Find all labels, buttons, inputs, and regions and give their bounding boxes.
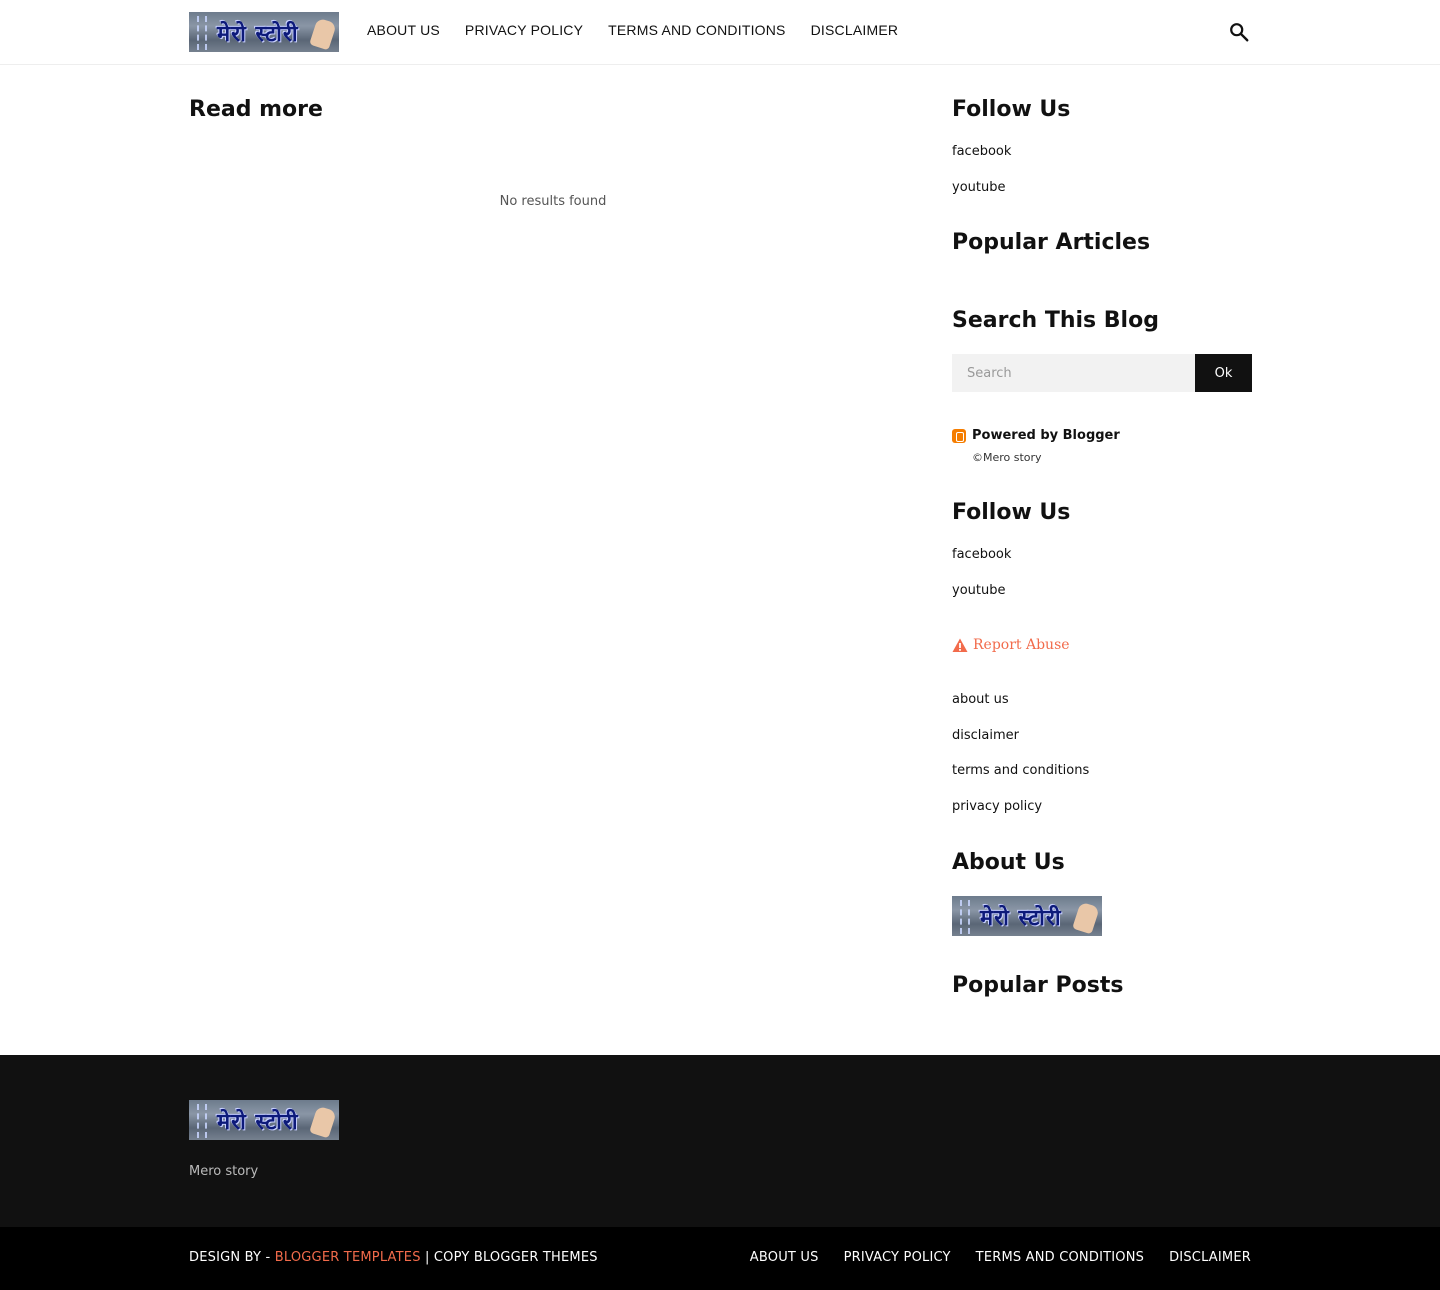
copyright-text: ©Mero story (972, 451, 1042, 464)
logo-text: मेरो स्टोरी (217, 21, 299, 47)
nav-disclaimer[interactable]: DISCLAIMER (811, 22, 899, 38)
blogger-icon (952, 428, 966, 443)
logo-text: मेरो स्टोरी (217, 1109, 299, 1135)
footer-nav-about-us[interactable]: ABOUT US (750, 1250, 819, 1265)
popular-articles-title: Popular Articles (952, 230, 1151, 255)
site-logo[interactable]: मेरो स्टोरी (189, 12, 339, 52)
page-link-disclaimer[interactable]: disclaimer (952, 728, 1019, 743)
page-link-privacy[interactable]: privacy policy (952, 799, 1042, 814)
no-results-message: No results found (499, 194, 607, 209)
youtube-link-2[interactable]: youtube (952, 583, 1005, 598)
page-link-terms[interactable]: terms and conditions (952, 763, 1089, 778)
nav-terms-and-conditions[interactable]: TERMS AND CONDITIONS (608, 22, 785, 38)
logo-text: मेरो स्टोरी (980, 905, 1062, 931)
footer-tagline: Mero story (189, 1164, 259, 1179)
hand-graphic (309, 17, 337, 51)
credits-suffix: | COPY BLOGGER THEMES (420, 1250, 598, 1265)
nav-privacy-policy[interactable]: PRIVACY POLICY (465, 22, 583, 38)
follow-us-heading: Follow Us (952, 97, 1252, 122)
facebook-link[interactable]: facebook (952, 144, 1011, 159)
popular-posts-widget: Popular Posts (952, 973, 1252, 998)
report-abuse-link[interactable]: Report Abuse (952, 637, 1070, 653)
tower-graphic (197, 16, 207, 50)
site-header: मेरो स्टोरी ABOUT US PRIVACY POLICY TERM… (0, 0, 1440, 65)
about-us-widget: About Us (952, 850, 1252, 875)
search-icon[interactable] (1228, 21, 1250, 43)
follow-us-title-2: Follow Us (952, 500, 1071, 525)
blogger-templates-link[interactable]: BLOGGER TEMPLATES (275, 1250, 421, 1265)
page-link-about-us[interactable]: about us (952, 692, 1009, 707)
footer-logo[interactable]: मेरो स्टोरी (189, 1100, 339, 1140)
search-blog-title: Search This Blog (952, 308, 1159, 333)
popular-articles-widget: Popular Articles (952, 230, 1252, 255)
search-ok-button[interactable]: Ok (1195, 354, 1252, 392)
footer-bottom: DESIGN BY - BLOGGER TEMPLATES | COPY BLO… (0, 1227, 1440, 1290)
follow-us-heading-2: Follow Us (952, 500, 1252, 525)
credits-prefix: DESIGN BY - (189, 1250, 275, 1265)
powered-by-blogger[interactable]: Powered by Blogger (952, 428, 1120, 443)
page-title: Read more (189, 97, 323, 122)
nav-about-us[interactable]: ABOUT US (367, 22, 440, 38)
footer-nav-disclaimer[interactable]: DISCLAIMER (1169, 1250, 1251, 1265)
about-us-title: About Us (952, 850, 1065, 875)
warning-icon (952, 638, 968, 652)
hand-graphic (1072, 901, 1100, 935)
youtube-link[interactable]: youtube (952, 180, 1005, 195)
search-widget: Search This Blog (952, 308, 1252, 333)
footer-nav: ABOUT US PRIVACY POLICY TERMS AND CONDIT… (750, 1250, 1251, 1265)
main-nav: ABOUT US PRIVACY POLICY TERMS AND CONDIT… (367, 22, 923, 38)
hand-graphic (309, 1105, 337, 1139)
tower-graphic (197, 1104, 207, 1138)
search-input[interactable] (952, 354, 1195, 392)
footer-nav-terms[interactable]: TERMS AND CONDITIONS (976, 1250, 1144, 1265)
blog-search-form: Ok (952, 354, 1252, 392)
popular-posts-title: Popular Posts (952, 973, 1124, 998)
powered-by-label: Powered by Blogger (972, 428, 1120, 443)
report-abuse-label: Report Abuse (973, 637, 1070, 653)
about-us-logo: मेरो स्टोरी (952, 896, 1102, 936)
follow-us-title: Follow Us (952, 97, 1071, 122)
footer-top: मेरो स्टोरी Mero story (0, 1055, 1440, 1227)
tower-graphic (960, 900, 970, 934)
footer-credits: DESIGN BY - BLOGGER TEMPLATES | COPY BLO… (189, 1250, 598, 1265)
facebook-link-2[interactable]: facebook (952, 547, 1011, 562)
footer-nav-privacy-policy[interactable]: PRIVACY POLICY (844, 1250, 951, 1265)
